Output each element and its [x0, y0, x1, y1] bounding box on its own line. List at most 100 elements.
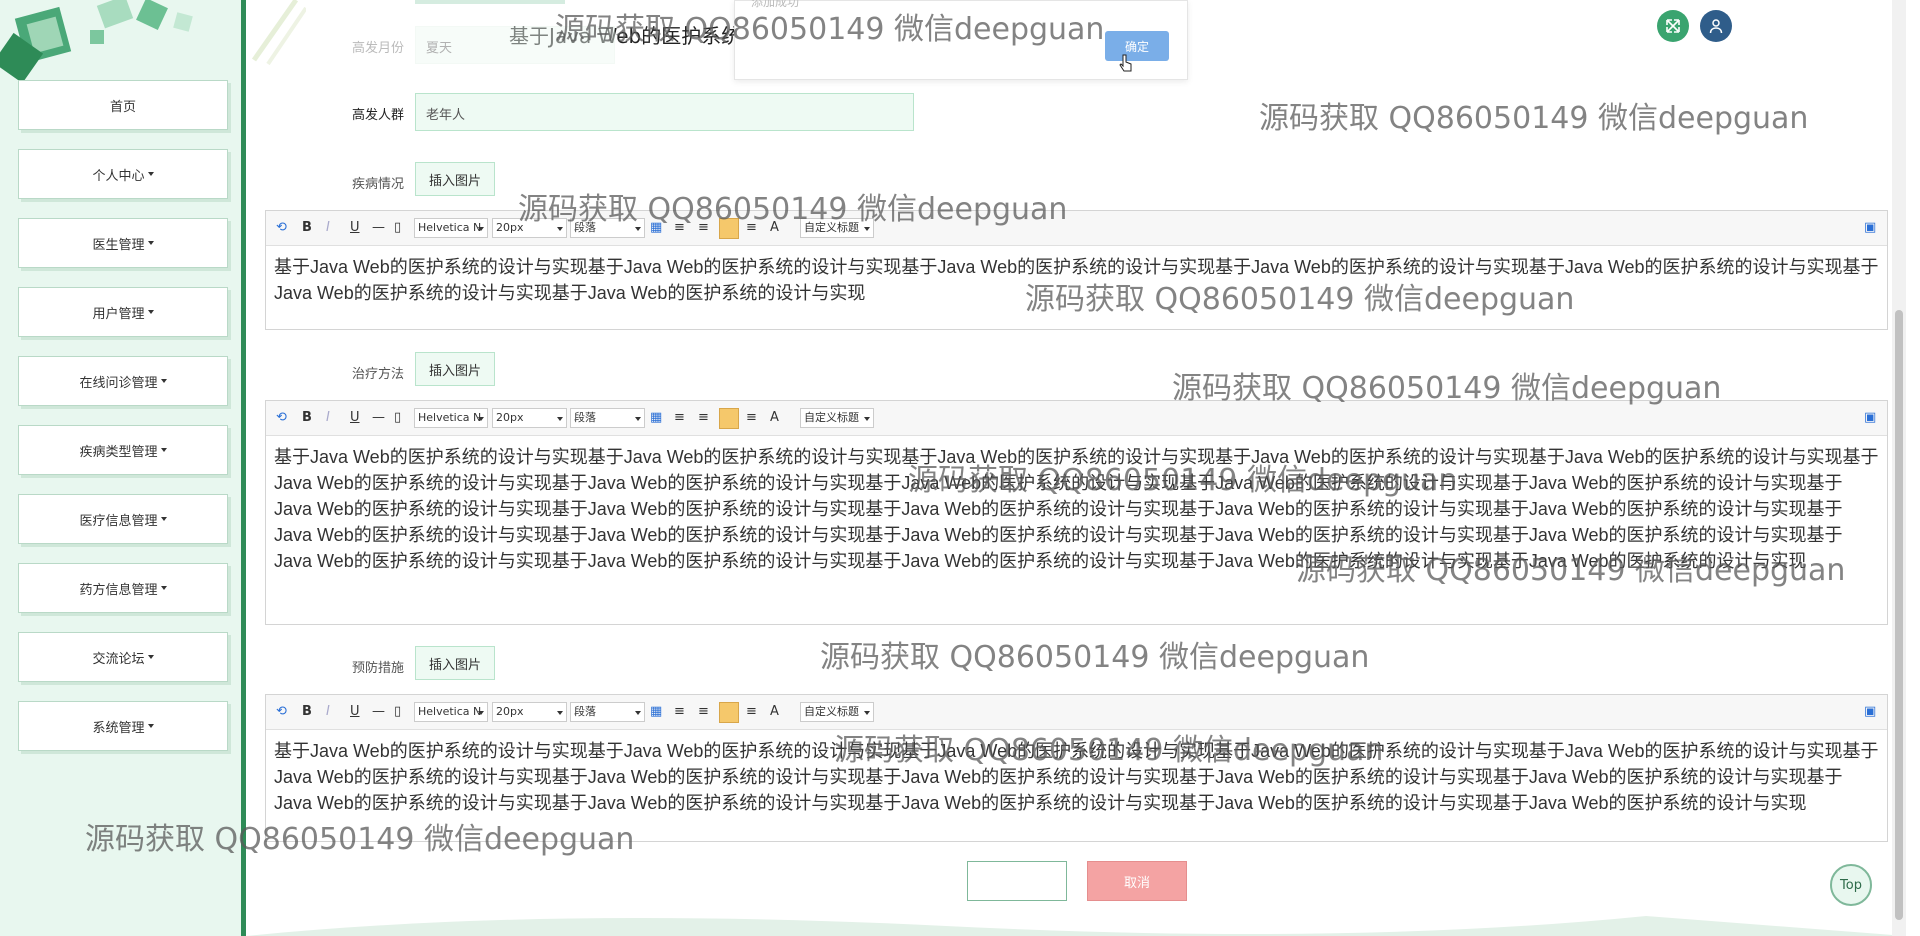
- success-popup: 添加成功 确定: [734, 0, 1188, 80]
- undo-icon[interactable]: ⟲: [276, 704, 287, 720]
- source-view-icon[interactable]: ▣: [1864, 410, 1876, 426]
- chevron-down-icon: [160, 379, 167, 383]
- editor-toolbar: ⟲ B I U — ▯ Helvetica N 20px 段落 ▦ ≡ ≡ ≡ …: [266, 695, 1887, 730]
- chevron-down-icon: [160, 586, 167, 590]
- prevention-label: 预防措施: [351, 661, 404, 676]
- sidebar-item-user-management[interactable]: 用户管理: [18, 287, 228, 337]
- paragraph-select[interactable]: 段落: [570, 702, 645, 722]
- custom-title-select[interactable]: 自定义标题: [800, 702, 874, 722]
- align-right-icon[interactable]: ≡: [698, 704, 709, 720]
- condition-editor[interactable]: ⟲ B I U — ▯ Helvetica N 20px 段落 ▦ ≡ ≡ ≡ …: [265, 210, 1888, 330]
- prevention-editor-content[interactable]: 基于Java Web的医护系统的设计与实现基于Java Web的医护系统的设计与…: [266, 730, 1887, 816]
- align-center-icon[interactable]: [719, 218, 739, 239]
- undo-icon[interactable]: ⟲: [276, 220, 287, 236]
- chevron-down-icon: [147, 241, 154, 245]
- sidebar-item-online-consultation[interactable]: 在线问诊管理: [18, 356, 228, 406]
- chevron-down-icon: [147, 724, 154, 728]
- font-size-select[interactable]: 20px: [492, 702, 567, 722]
- underline-button[interactable]: U: [350, 220, 360, 236]
- italic-button[interactable]: I: [326, 410, 330, 426]
- back-to-top-button[interactable]: Top: [1830, 864, 1872, 906]
- font-family-select[interactable]: Helvetica N: [414, 408, 488, 428]
- season-input[interactable]: 夏天: [415, 26, 615, 64]
- submit-button[interactable]: [967, 861, 1067, 901]
- fullscreen-button[interactable]: [1657, 10, 1689, 42]
- custom-title-select[interactable]: 自定义标题: [800, 218, 874, 238]
- align-left-icon[interactable]: ≡: [674, 220, 685, 236]
- align-left-icon[interactable]: ≡: [674, 704, 685, 720]
- font-color-button[interactable]: A: [770, 220, 779, 236]
- document-icon[interactable]: ▯: [394, 220, 401, 236]
- horizontal-rule-icon[interactable]: —: [372, 220, 385, 236]
- align-center-icon[interactable]: [719, 702, 739, 723]
- sidebar-item-system-management[interactable]: 系统管理: [18, 701, 228, 751]
- treatment-label: 治疗方法: [351, 367, 404, 382]
- horizontal-rule-icon[interactable]: —: [372, 704, 385, 720]
- align-right-icon[interactable]: ≡: [698, 410, 709, 426]
- chevron-down-icon: [147, 655, 154, 659]
- cancel-button[interactable]: 取消: [1087, 861, 1187, 901]
- sidebar: 首页 个人中心 医生管理 用户管理 在线问诊管理 疾病类型管理 医疗信息管理 药…: [0, 0, 246, 936]
- horizontal-rule-icon[interactable]: —: [372, 410, 385, 426]
- undo-icon[interactable]: ⟲: [276, 410, 287, 426]
- justify-icon[interactable]: ≡: [746, 704, 757, 720]
- table-icon[interactable]: ▦: [650, 704, 662, 720]
- paragraph-select[interactable]: 段落: [570, 218, 645, 238]
- chevron-down-icon: [160, 517, 167, 521]
- custom-title-select[interactable]: 自定义标题: [800, 408, 874, 428]
- population-input[interactable]: 老年人: [415, 93, 914, 131]
- sidebar-item-personal-center[interactable]: 个人中心: [18, 149, 228, 199]
- sidebar-item-disease-type[interactable]: 疾病类型管理: [18, 425, 228, 475]
- bold-button[interactable]: B: [302, 410, 312, 426]
- scrollbar[interactable]: [1892, 0, 1906, 936]
- table-icon[interactable]: ▦: [650, 220, 662, 236]
- source-view-icon[interactable]: ▣: [1864, 220, 1876, 236]
- bold-button[interactable]: B: [302, 704, 312, 720]
- font-size-select[interactable]: 20px: [492, 218, 567, 238]
- condition-insert-image-button[interactable]: 插入图片: [415, 162, 495, 196]
- user-icon: [1709, 19, 1723, 34]
- italic-button[interactable]: I: [326, 704, 330, 720]
- corner-decoration: [251, 0, 306, 66]
- treatment-editor-content[interactable]: 基于Java Web的医护系统的设计与实现基于Java Web的医护系统的设计与…: [266, 436, 1887, 574]
- treatment-editor[interactable]: ⟲ B I U — ▯ Helvetica N 20px 段落 ▦ ≡ ≡ ≡ …: [265, 400, 1888, 625]
- italic-button[interactable]: I: [326, 220, 330, 236]
- season-label: 高发月份: [351, 41, 404, 56]
- font-color-button[interactable]: A: [770, 704, 779, 720]
- fullscreen-icon: [1666, 19, 1680, 33]
- font-family-select[interactable]: Helvetica N: [414, 218, 488, 238]
- align-left-icon[interactable]: ≡: [674, 410, 685, 426]
- justify-icon[interactable]: ≡: [746, 220, 757, 236]
- underline-button[interactable]: U: [350, 410, 360, 426]
- sidebar-item-forum[interactable]: 交流论坛: [18, 632, 228, 682]
- scrollbar-thumb[interactable]: [1895, 310, 1903, 920]
- table-icon[interactable]: ▦: [650, 410, 662, 426]
- cursor-icon: [1119, 54, 1132, 72]
- document-icon[interactable]: ▯: [394, 410, 401, 426]
- source-view-icon[interactable]: ▣: [1864, 704, 1876, 720]
- underline-button[interactable]: U: [350, 704, 360, 720]
- prevention-insert-image-button[interactable]: 插入图片: [415, 646, 495, 680]
- sidebar-item-doctor-management[interactable]: 医生管理: [18, 218, 228, 268]
- bold-button[interactable]: B: [302, 220, 312, 236]
- font-color-button[interactable]: A: [770, 410, 779, 426]
- align-center-icon[interactable]: [719, 408, 739, 429]
- sidebar-item-prescription-info[interactable]: 药方信息管理: [18, 563, 228, 613]
- document-icon[interactable]: ▯: [394, 704, 401, 720]
- editor-toolbar: ⟲ B I U — ▯ Helvetica N 20px 段落 ▦ ≡ ≡ ≡ …: [266, 401, 1887, 436]
- condition-label: 疾病情况: [351, 177, 404, 192]
- align-right-icon[interactable]: ≡: [698, 220, 709, 236]
- sidebar-item-medical-info[interactable]: 医疗信息管理: [18, 494, 228, 544]
- font-family-select[interactable]: Helvetica N: [414, 702, 488, 722]
- user-button[interactable]: [1700, 10, 1732, 42]
- font-size-select[interactable]: 20px: [492, 408, 567, 428]
- confirm-button[interactable]: 确定: [1105, 31, 1169, 61]
- sidebar-item-home[interactable]: 首页: [18, 80, 228, 130]
- chevron-down-icon: [160, 448, 167, 452]
- condition-editor-content[interactable]: 基于Java Web的医护系统的设计与实现基于Java Web的医护系统的设计与…: [266, 246, 1887, 306]
- bottom-wave-decoration: [246, 916, 1906, 936]
- treatment-insert-image-button[interactable]: 插入图片: [415, 352, 495, 386]
- prevention-editor[interactable]: ⟲ B I U — ▯ Helvetica N 20px 段落 ▦ ≡ ≡ ≡ …: [265, 694, 1888, 842]
- justify-icon[interactable]: ≡: [746, 410, 757, 426]
- paragraph-select[interactable]: 段落: [570, 408, 645, 428]
